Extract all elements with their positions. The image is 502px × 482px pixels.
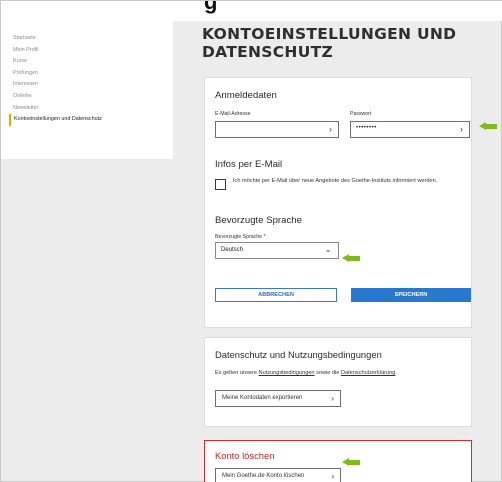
password-label: Passwort — [350, 111, 372, 117]
top-cropped-heading: g — [1, 1, 502, 21]
delete-account-label: Mein Goethe.de Konto löschen — [222, 473, 305, 479]
sidebar-item-interessen[interactable]: Interessen — [9, 79, 173, 91]
chevron-right-icon: › — [329, 124, 332, 134]
language-selected: Deutsch — [221, 247, 244, 253]
privacy-text-middle: sowie die — [314, 370, 341, 376]
chevron-right-icon: › — [331, 394, 334, 403]
chevron-down-icon: ⌄ — [324, 244, 332, 254]
delete-heading: Konto löschen — [215, 450, 275, 461]
export-data-button[interactable]: Meine Kontodaten exportieren › — [215, 390, 341, 407]
sidebar-item-mein-profil[interactable]: Mein Profil — [9, 45, 173, 57]
page-title-line-2: DATENSCHUTZ — [202, 43, 334, 61]
password-value: •••••••• — [356, 125, 377, 131]
page-title: KONTOEINSTELLUNGEN UND DATENSCHUTZ — [202, 25, 490, 61]
sidebar-item-startseite[interactable]: Startseite — [9, 33, 173, 45]
privacy-text-after: . — [395, 370, 397, 376]
page-title-line-1: KONTOEINSTELLUNGEN UND — [202, 25, 457, 43]
cancel-button[interactable]: ABBRECHEN — [215, 288, 337, 302]
email-label: E-Mail-Adresse — [215, 111, 251, 117]
privacy-policy-link[interactable]: Datenschutzerklärung — [341, 370, 395, 376]
delete-account-card: Konto löschen Mein Goethe.de Konto lösch… — [204, 440, 472, 482]
chevron-right-icon: › — [460, 124, 463, 134]
privacy-text: Es gelten unsere Nutzungsbedingungen sow… — [215, 369, 471, 377]
chevron-right-icon: › — [331, 472, 334, 481]
sidebar-item-onleihe[interactable]: Onleihe — [9, 91, 173, 103]
language-select[interactable]: Deutsch ⌄ — [215, 242, 339, 259]
sidebar-item-newsletter[interactable]: Newsletter — [9, 103, 173, 115]
language-heading: Bevorzugte Sprache — [215, 215, 302, 226]
newsletter-checkbox[interactable] — [215, 179, 226, 190]
account-settings-card: Anmeldedaten E-Mail-Adresse › Passwort •… — [204, 77, 472, 328]
main-content: KONTOEINSTELLUNGEN UND DATENSCHUTZ Anmel… — [188, 19, 490, 482]
save-button[interactable]: SPEICHERN — [351, 288, 471, 302]
newsletter-checkbox-label: Ich möchte per E-Mail über neue Angebote… — [233, 178, 438, 184]
delete-account-button[interactable]: Mein Goethe.de Konto löschen › — [215, 468, 341, 482]
email-info-heading: Infos per E-Mail — [215, 159, 283, 170]
annotation-arrow-icon — [479, 122, 497, 131]
login-heading: Anmeldedaten — [215, 90, 277, 101]
sidebar-item-pruefungen[interactable]: Prüfungen — [9, 68, 173, 80]
email-field[interactable]: › — [215, 121, 339, 138]
terms-link[interactable]: Nutzungsbedingungen — [259, 370, 315, 376]
annotation-arrow-icon — [342, 458, 360, 467]
privacy-card: Datenschutz und Nutzungsbedingungen Es g… — [204, 337, 472, 427]
screenshot-frame: g Startseite Mein Profil Kurse Prüfungen… — [0, 0, 502, 482]
privacy-heading: Datenschutz und Nutzungsbedingungen — [215, 349, 382, 360]
sidebar-nav: Startseite Mein Profil Kurse Prüfungen I… — [1, 19, 173, 159]
password-field[interactable]: •••••••• › — [350, 121, 470, 138]
sidebar-item-kurse[interactable]: Kurse — [9, 56, 173, 68]
privacy-text-before: Es gelten unsere — [215, 370, 259, 376]
sidebar-item-kontoeinstellungen[interactable]: Kontoeinstellungen und Datenschutz — [9, 114, 173, 126]
annotation-arrow-icon — [342, 254, 360, 263]
language-label: Bevorzugte Sprache * — [215, 234, 266, 240]
export-data-label: Meine Kontodaten exportieren — [222, 395, 303, 401]
